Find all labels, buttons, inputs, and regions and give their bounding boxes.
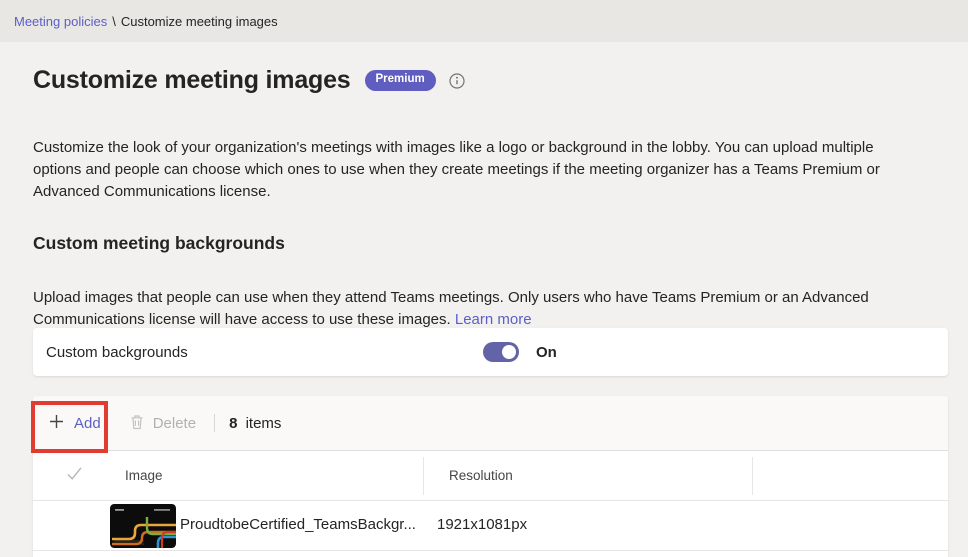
background-image-thumbnail	[110, 504, 176, 548]
toggle-state-text: On	[536, 343, 557, 361]
column-divider	[752, 457, 753, 495]
delete-button-label: Delete	[152, 414, 197, 432]
page-title: Customize meeting images	[33, 66, 351, 94]
trash-icon	[130, 414, 144, 433]
toggle-label: Custom backgrounds	[46, 343, 188, 361]
breadcrumb-separator: \	[112, 13, 116, 29]
toggle-knob	[502, 345, 516, 359]
column-divider	[423, 457, 424, 495]
add-button-label: Add	[74, 414, 101, 432]
page-header: Customize meeting images Premium	[33, 66, 465, 95]
items-count-label: items	[245, 414, 282, 432]
items-count-number: 8	[229, 414, 238, 432]
list-toolbar: Add Delete 8 items	[33, 396, 948, 451]
breadcrumb-parent-link[interactable]: Meeting policies	[14, 14, 107, 29]
add-button[interactable]: Add	[42, 409, 108, 437]
custom-backgrounds-setting-card: Custom backgrounds On	[33, 328, 948, 376]
info-icon[interactable]	[449, 72, 465, 89]
page-intro: Customize the look of your organization'…	[33, 139, 880, 200]
learn-more-link[interactable]: Learn more	[455, 311, 532, 328]
backgrounds-list-card: Add Delete 8 items Image Resolution Prou…	[33, 396, 948, 557]
delete-button[interactable]: Delete	[126, 409, 200, 438]
checkmark-icon[interactable]	[66, 466, 83, 484]
row-resolution: 1921x1081px	[437, 516, 528, 533]
section-description: Upload images that people can use when t…	[33, 287, 901, 331]
column-header-image: Image	[125, 468, 163, 483]
column-header-resolution: Resolution	[449, 468, 513, 483]
items-count: 8 items	[229, 415, 281, 432]
section-description-text: Upload images that people can use when t…	[33, 289, 869, 328]
row-image-name: ProudtobeCertified_TeamsBackgr...	[180, 516, 416, 533]
premium-badge: Premium	[364, 70, 436, 91]
breadcrumb: Meeting policies \ Customize meeting ima…	[0, 0, 968, 42]
custom-backgrounds-toggle[interactable]	[483, 342, 519, 362]
table-header: Image Resolution	[33, 451, 948, 501]
table-row[interactable]: ProudtobeCertified_TeamsBackgr... 1921x1…	[33, 501, 948, 551]
toggle-group: On	[483, 342, 557, 362]
toolbar-divider	[214, 414, 216, 432]
breadcrumb-current: Customize meeting images	[120, 13, 278, 29]
plus-icon	[49, 414, 64, 432]
section-heading: Custom meeting backgrounds	[33, 233, 285, 253]
